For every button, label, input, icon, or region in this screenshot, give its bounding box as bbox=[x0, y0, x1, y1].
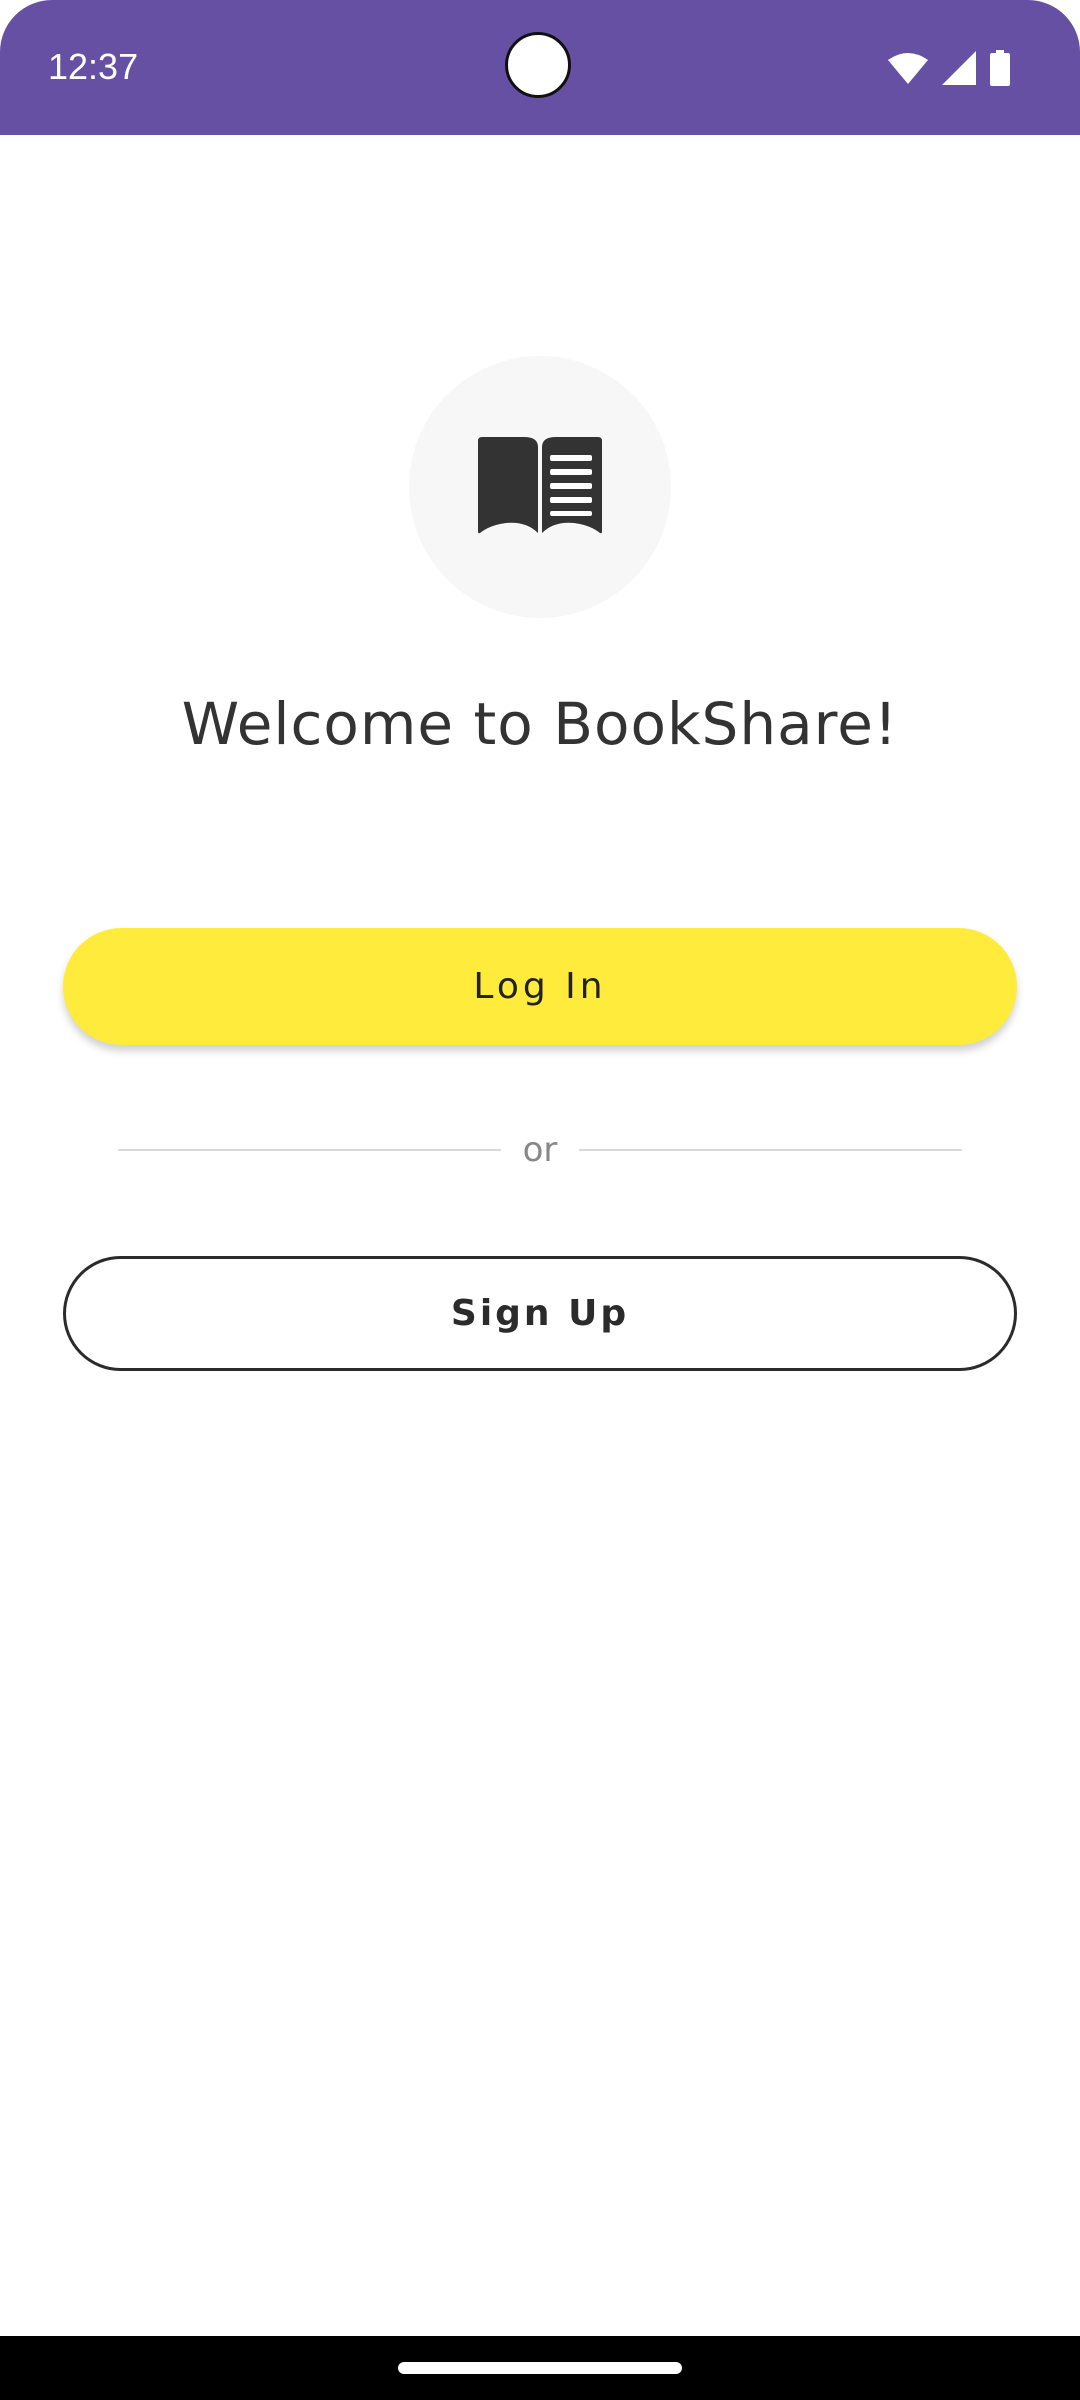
signup-button[interactable]: Sign Up bbox=[63, 1256, 1017, 1371]
open-book-icon bbox=[478, 437, 602, 534]
wifi-icon bbox=[888, 53, 928, 84]
app-logo bbox=[409, 356, 671, 618]
camera-cutout bbox=[505, 32, 571, 98]
or-divider: or bbox=[118, 1126, 962, 1174]
divider-text: or bbox=[522, 1130, 558, 1170]
home-indicator[interactable] bbox=[398, 2362, 682, 2374]
status-icons bbox=[888, 50, 1010, 86]
divider-line-left bbox=[118, 1149, 501, 1151]
signal-icon bbox=[942, 51, 976, 85]
welcome-title: Welcome to BookShare! bbox=[181, 690, 899, 758]
login-button[interactable]: Log In bbox=[63, 928, 1017, 1045]
status-time: 12:37 bbox=[48, 46, 139, 87]
navigation-bar bbox=[0, 2336, 1080, 2400]
battery-icon bbox=[990, 50, 1010, 86]
divider-line-right bbox=[579, 1149, 962, 1151]
status-bar: 12:37 bbox=[0, 0, 1080, 135]
